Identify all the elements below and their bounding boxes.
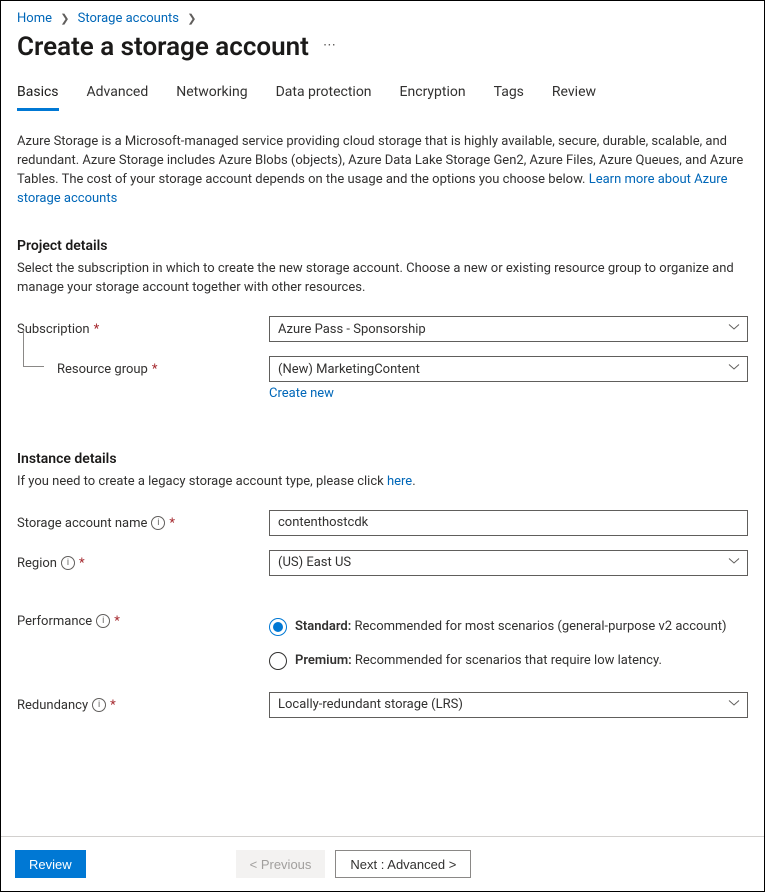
tab-review[interactable]: Review xyxy=(552,78,596,111)
more-actions-button[interactable]: ⋯ xyxy=(323,39,338,56)
subscription-value: Azure Pass - Sponsorship xyxy=(278,322,426,337)
wizard-footer: Review < Previous Next : Advanced > xyxy=(1,836,764,891)
tab-advanced[interactable]: Advanced xyxy=(87,78,149,111)
tab-basics[interactable]: Basics xyxy=(17,78,59,111)
review-button[interactable]: Review xyxy=(15,850,86,878)
required-marker: * xyxy=(110,698,116,713)
required-marker: * xyxy=(152,362,158,377)
tabs: Basics Advanced Networking Data protecti… xyxy=(17,78,748,111)
chevron-right-icon: ❯ xyxy=(55,12,74,25)
storage-account-name-value: contenthostcdk xyxy=(278,515,368,530)
chevron-right-icon: ❯ xyxy=(182,12,201,25)
tab-encryption[interactable]: Encryption xyxy=(400,78,466,111)
performance-standard-radio[interactable]: Standard: Recommended for most scenarios… xyxy=(269,610,748,644)
description: Azure Storage is a Microsoft-managed ser… xyxy=(17,133,748,208)
info-icon[interactable]: i xyxy=(92,698,106,712)
project-details-heading: Project details xyxy=(17,238,748,254)
region-label: Region xyxy=(17,556,57,571)
required-marker: * xyxy=(114,614,120,629)
redundancy-value: Locally-redundant storage (LRS) xyxy=(278,697,463,712)
storage-account-name-input[interactable]: contenthostcdk xyxy=(269,510,748,536)
next-button[interactable]: Next : Advanced > xyxy=(335,850,471,878)
required-marker: * xyxy=(94,322,100,337)
instance-details-sub: If you need to create a legacy storage a… xyxy=(17,473,748,492)
tab-tags[interactable]: Tags xyxy=(494,78,524,111)
required-marker: * xyxy=(169,516,175,531)
redundancy-label: Redundancy xyxy=(17,698,88,713)
region-select[interactable]: (US) East US xyxy=(269,550,748,576)
create-new-resource-group-link[interactable]: Create new xyxy=(269,386,334,401)
instance-sub-prefix: If you need to create a legacy storage a… xyxy=(17,474,387,489)
info-icon[interactable]: i xyxy=(96,614,110,628)
subscription-select[interactable]: Azure Pass - Sponsorship xyxy=(269,316,748,342)
legacy-here-link[interactable]: here xyxy=(387,474,412,489)
resource-group-value: (New) MarketingContent xyxy=(278,362,420,377)
performance-premium-label: Premium: Recommended for scenarios that … xyxy=(295,653,662,668)
info-icon[interactable]: i xyxy=(151,516,165,530)
resource-group-select[interactable]: (New) MarketingContent xyxy=(269,356,748,382)
page-title: Create a storage account xyxy=(17,32,309,62)
project-details-sub: Select the subscription in which to crea… xyxy=(17,260,748,298)
required-marker: * xyxy=(79,556,85,571)
tab-data-protection[interactable]: Data protection xyxy=(276,78,372,111)
info-icon[interactable]: i xyxy=(61,556,75,570)
previous-button: < Previous xyxy=(236,850,326,878)
breadcrumb: Home ❯ Storage accounts ❯ xyxy=(17,9,748,26)
performance-label: Performance xyxy=(17,614,92,629)
instance-sub-suffix: . xyxy=(412,474,415,489)
resource-group-label: Resource group xyxy=(57,362,148,377)
breadcrumb-home[interactable]: Home xyxy=(17,11,52,26)
performance-premium-radio[interactable]: Premium: Recommended for scenarios that … xyxy=(269,644,748,678)
tab-networking[interactable]: Networking xyxy=(176,78,247,111)
region-value: (US) East US xyxy=(278,555,351,570)
storage-account-name-label: Storage account name xyxy=(17,516,147,531)
instance-details-heading: Instance details xyxy=(17,451,748,467)
radio-unchecked-icon xyxy=(269,652,287,670)
radio-checked-icon xyxy=(269,618,287,636)
performance-standard-label: Standard: Recommended for most scenarios… xyxy=(295,619,727,634)
redundancy-select[interactable]: Locally-redundant storage (LRS) xyxy=(269,692,748,718)
breadcrumb-storage-accounts[interactable]: Storage accounts xyxy=(78,11,179,26)
